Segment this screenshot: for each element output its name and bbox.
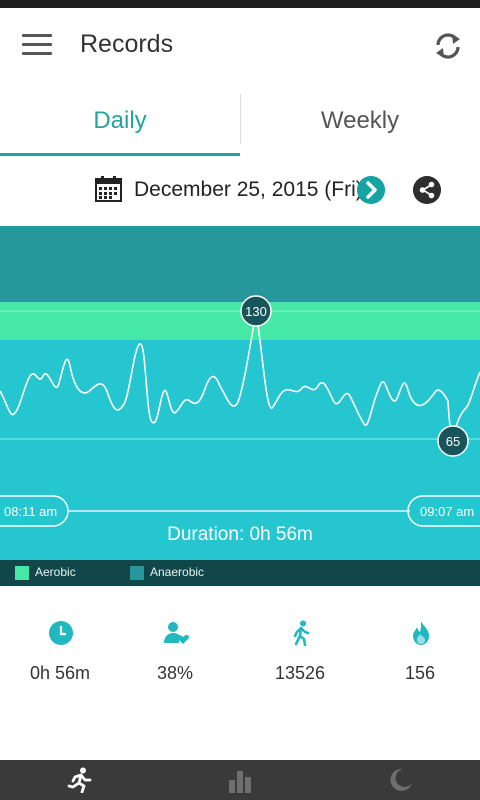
chart-legend: Aerobic Anaerobic: [0, 560, 480, 586]
min-label: 65: [446, 434, 460, 449]
stat-value: 156: [404, 663, 436, 683]
legend-anaerobic: Anaerobic: [150, 565, 205, 579]
running-icon: [67, 767, 92, 793]
tab-daily[interactable]: Daily: [0, 86, 240, 158]
date-label: December 25, 2015 (Fri): [134, 178, 363, 201]
stat-percentage: 38%: [115, 586, 235, 760]
sync-icon[interactable]: [430, 28, 466, 64]
bar-chart-icon: [229, 771, 251, 793]
aerobic-zone-band: [0, 302, 480, 340]
menu-icon[interactable]: [22, 34, 52, 56]
clock-icon: [49, 621, 73, 645]
tab-weekly[interactable]: Weekly: [240, 86, 480, 158]
legend-aerobic: Aerobic: [35, 565, 76, 579]
anaerobic-zone-band: [0, 226, 480, 302]
aerobic-swatch: [15, 566, 29, 580]
date-bar: December 25, 2015 (Fri): [0, 158, 480, 224]
stats-panel: 0h 56m 38% 13526 156: [0, 586, 480, 760]
nav-statistics[interactable]: [160, 760, 320, 800]
nav-sleep[interactable]: z: [320, 760, 480, 800]
duration-label: Duration: 0h 56m: [167, 524, 313, 545]
tab-bar: Daily Weekly: [0, 86, 480, 158]
stat-value: 13526: [274, 663, 326, 683]
moon-icon: z: [390, 768, 412, 791]
share-icon[interactable]: [413, 176, 441, 204]
bottom-navigation: z: [0, 760, 480, 800]
max-label: 130: [245, 304, 267, 319]
active-tab-indicator: [0, 153, 240, 156]
end-time-label: 09:07 am: [420, 504, 474, 519]
start-time-label: 08:11 am: [4, 504, 57, 519]
svg-text:z: z: [398, 776, 403, 786]
stat-duration: 0h 56m: [0, 586, 120, 760]
stat-calories: 156: [360, 586, 480, 760]
walking-icon: [293, 620, 310, 646]
chevron-right-icon[interactable]: [357, 176, 385, 204]
status-bar: [0, 0, 480, 8]
flame-icon: [413, 621, 429, 645]
stat-steps: 13526: [240, 586, 360, 760]
page-title: Records: [80, 30, 174, 58]
nav-activity[interactable]: [0, 760, 160, 800]
app-bar: Records: [0, 8, 480, 86]
stat-value: 0h 56m: [29, 663, 91, 683]
person-heart-icon: [164, 622, 189, 644]
heart-rate-chart: 130 65 08:11 am 09:07 am Duration: 0h 56…: [0, 226, 480, 560]
anaerobic-swatch: [130, 566, 144, 580]
stat-value: 38%: [156, 663, 194, 683]
calendar-icon[interactable]: [95, 176, 122, 202]
